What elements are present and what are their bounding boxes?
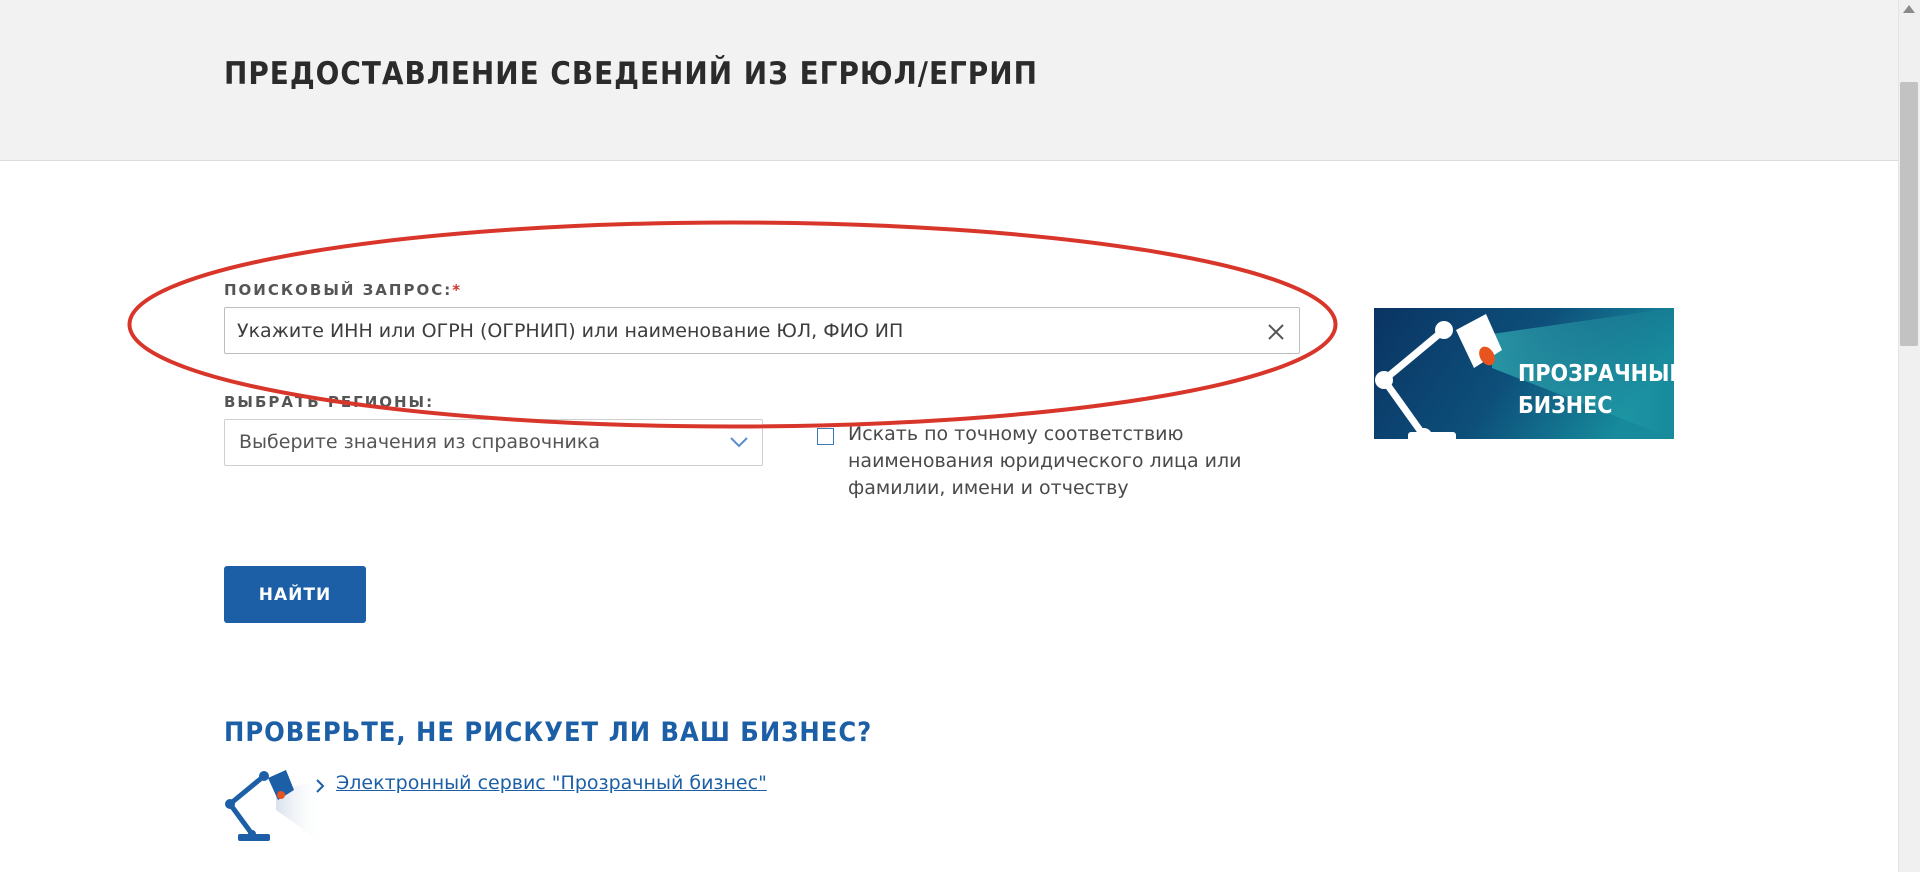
desk-lamp-icon (225, 770, 324, 844)
scrollbar-thumb[interactable] (1900, 82, 1918, 346)
banner-line-1: ПРОЗРАЧНЫЙ (1518, 361, 1674, 387)
exact-match-checkbox[interactable] (817, 428, 834, 445)
scroll-up-arrow-icon[interactable] (1902, 4, 1916, 14)
chevron-down-icon (730, 437, 748, 448)
close-icon[interactable] (1263, 319, 1289, 345)
business-check-heading: ПРОВЕРЬТЕ, НЕ РИСКУЕТ ЛИ ВАШ БИЗНЕС? (224, 717, 873, 748)
chevron-right-icon (316, 779, 325, 793)
region-select[interactable]: Выберите значения из справочника (224, 419, 763, 466)
search-field (224, 307, 1300, 354)
find-button[interactable]: НАЙТИ (224, 566, 366, 623)
required-mark: * (452, 281, 463, 299)
search-label: ПОИСКОВЫЙ ЗАПРОС:* (224, 281, 462, 299)
regions-label: ВЫБРАТЬ РЕГИОНЫ: (224, 393, 435, 411)
banner-text: ПРОЗРАЧНЫЙ БИЗНЕС (1518, 358, 1674, 422)
region-select-value: Выберите значения из справочника (239, 431, 600, 453)
exact-match-label: Искать по точному соответствию наименова… (848, 423, 1242, 499)
transparent-business-banner[interactable]: ПРОЗРАЧНЫЙ БИЗНЕС (1374, 308, 1674, 439)
banner-line-2: БИЗНЕС (1518, 393, 1613, 419)
search-input[interactable] (225, 308, 1299, 353)
header-band: ПРЕДОСТАВЛЕНИЕ СВЕДЕНИЙ ИЗ ЕГРЮЛ/ЕГРИП (0, 0, 1898, 161)
page: ПРЕДОСТАВЛЕНИЕ СВЕДЕНИЙ ИЗ ЕГРЮЛ/ЕГРИП П… (0, 0, 1920, 872)
search-label-text: ПОИСКОВЫЙ ЗАПРОС: (224, 281, 453, 299)
transparent-business-link[interactable]: Электронный сервис "Прозрачный бизнес" (336, 772, 767, 794)
page-title: ПРЕДОСТАВЛЕНИЕ СВЕДЕНИЙ ИЗ ЕГРЮЛ/ЕГРИП (224, 56, 1038, 92)
